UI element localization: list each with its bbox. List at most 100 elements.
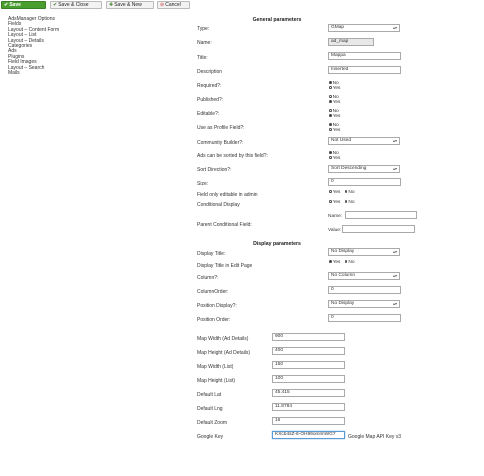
google-key-field[interactable]: KXcb4sZ-6-OH99omlmWG7 xyxy=(272,431,345,439)
radio-icon xyxy=(329,114,332,118)
map-height-list-label: Map Height (List) xyxy=(197,378,236,384)
admin-only-no[interactable]: No xyxy=(344,190,355,195)
select-arrow-icon: ▴▾ xyxy=(392,273,397,278)
save-button[interactable]: ✔ Save xyxy=(1,1,46,9)
title-edit-radios: Yes No xyxy=(329,260,358,265)
display-heading: Display parameters xyxy=(253,241,301,247)
sidebar: AdsManager Options Fields Layout – Conte… xyxy=(8,16,59,76)
radio-icon xyxy=(329,190,332,194)
cond-value-field[interactable] xyxy=(342,225,415,233)
radio-icon xyxy=(329,151,332,155)
cond-value-label: Value: xyxy=(328,228,342,233)
column-label: Column?: xyxy=(197,275,219,281)
cancel-button[interactable]: ⊘ Cancel xyxy=(157,1,190,9)
select-arrow-icon: ▴▾ xyxy=(392,166,397,171)
title-edit-no[interactable]: No xyxy=(344,260,355,265)
conditional-radios: Yes No xyxy=(329,200,358,205)
community-select[interactable]: Not Used ▴▾ xyxy=(328,137,400,145)
published-radios: No Yes xyxy=(329,95,340,105)
conditional-yes[interactable]: Yes xyxy=(329,200,340,205)
cancel-icon: ⊘ xyxy=(160,1,165,8)
cond-name-label: Name: xyxy=(328,214,343,219)
default-zoom-label: Default Zoom xyxy=(197,420,228,426)
editable-radios: No Yes xyxy=(329,109,340,119)
position-select[interactable]: No Display ▴▾ xyxy=(328,300,400,308)
name-field[interactable]: ad_map xyxy=(328,38,374,46)
cond-name-field[interactable] xyxy=(345,211,417,219)
sortable-label: Ads can be sorted by this field?: xyxy=(197,153,268,159)
published-yes[interactable]: Yes xyxy=(329,100,340,105)
position-order-field[interactable]: 0 xyxy=(328,314,401,322)
sidebar-item-mails[interactable]: Mails xyxy=(8,70,59,76)
admin-only-yes[interactable]: Yes xyxy=(329,190,340,195)
select-arrow-icon: ▴▾ xyxy=(392,138,397,143)
title-edit-label: Display Title in Edit Page xyxy=(197,263,253,269)
default-lng-field[interactable]: 11.8784 xyxy=(272,403,345,411)
sortable-yes[interactable]: Yes xyxy=(329,156,340,161)
type-label: Type: xyxy=(197,26,210,32)
radio-icon xyxy=(329,81,332,85)
select-arrow-icon: ▴▾ xyxy=(392,25,397,30)
column-select[interactable]: No Column ▴▾ xyxy=(328,272,400,280)
conditional-no[interactable]: No xyxy=(344,200,355,205)
title-edit-yes[interactable]: Yes xyxy=(329,260,340,265)
sortable-radios: No Yes xyxy=(329,151,340,161)
position-label: Position Display?: xyxy=(197,303,237,309)
profile-yes[interactable]: Yes xyxy=(329,128,340,133)
general-heading: General parameters xyxy=(252,17,302,23)
display-title-label: Display Title: xyxy=(197,251,226,257)
radio-icon xyxy=(329,95,332,99)
google-key-note: Google Map API Key v3 xyxy=(348,434,402,440)
required-yes[interactable]: Yes xyxy=(329,86,340,91)
admin-only-label: Field only editable in admin xyxy=(197,192,258,198)
default-lat-label: Default Lat xyxy=(197,392,222,398)
profile-radios: No Yes xyxy=(329,123,340,133)
default-lat-field[interactable]: 45.415 xyxy=(272,389,345,397)
column-order-field[interactable]: 0 xyxy=(328,286,401,294)
default-zoom-field[interactable]: 16 xyxy=(272,417,345,425)
required-radios: No Yes xyxy=(329,81,340,91)
profile-label: Use as Profile Field?: xyxy=(197,125,245,131)
type-select[interactable]: GMap ▴▾ xyxy=(328,24,400,32)
position-order-label: Position Order: xyxy=(197,317,231,323)
map-height-details-field[interactable]: 400 xyxy=(272,347,345,355)
radio-icon xyxy=(329,260,332,264)
map-width-details-label: Map Width (Ad Details) xyxy=(197,336,249,342)
map-height-list-field[interactable]: 100 xyxy=(272,375,345,383)
map-height-details-label: Map Height (Ad Details) xyxy=(197,350,251,356)
radio-icon xyxy=(344,260,348,264)
editable-yes[interactable]: Yes xyxy=(329,114,340,119)
select-arrow-icon: ▴▾ xyxy=(392,249,397,254)
radio-icon xyxy=(329,86,332,90)
save-close-button[interactable]: ✔ Save & Close xyxy=(50,1,102,9)
description-field[interactable]: Inserted xyxy=(328,66,401,74)
radio-icon xyxy=(329,100,332,104)
title-label: Title: xyxy=(197,55,208,61)
published-label: Published?: xyxy=(197,97,224,103)
display-title-select[interactable]: No Display ▴▾ xyxy=(328,248,400,256)
description-label: Description xyxy=(197,69,223,75)
google-key-label: Google Key xyxy=(197,434,224,440)
check-icon: ✔ xyxy=(53,1,58,8)
radio-icon xyxy=(329,156,332,160)
radio-icon xyxy=(344,190,348,194)
save-new-button[interactable]: ✚ Save & New xyxy=(106,1,154,9)
plus-icon: ✚ xyxy=(109,1,114,8)
column-order-label: ColumnOrder: xyxy=(197,289,229,295)
sort-direction-select[interactable]: Sort Descending ▴▾ xyxy=(328,165,400,173)
sort-direction-label: Sort Direction?: xyxy=(197,167,232,173)
community-label: Community Builder?: xyxy=(197,140,244,146)
size-field[interactable]: 0 xyxy=(328,178,401,186)
radio-icon xyxy=(329,200,332,204)
radio-icon xyxy=(329,128,332,132)
title-field[interactable]: Mappa xyxy=(328,52,401,60)
radio-icon xyxy=(344,200,348,204)
map-width-list-field[interactable]: 150 xyxy=(272,361,345,369)
editable-label: Editable?: xyxy=(197,111,220,117)
name-label: Name: xyxy=(197,40,212,46)
map-width-list-label: Map Width (List) xyxy=(197,364,234,370)
parent-conditional-label: Parent Conditional Field: xyxy=(197,222,252,228)
select-arrow-icon: ▴▾ xyxy=(392,301,397,306)
size-label: Size: xyxy=(197,181,209,187)
map-width-details-field[interactable]: 900 xyxy=(272,333,345,341)
